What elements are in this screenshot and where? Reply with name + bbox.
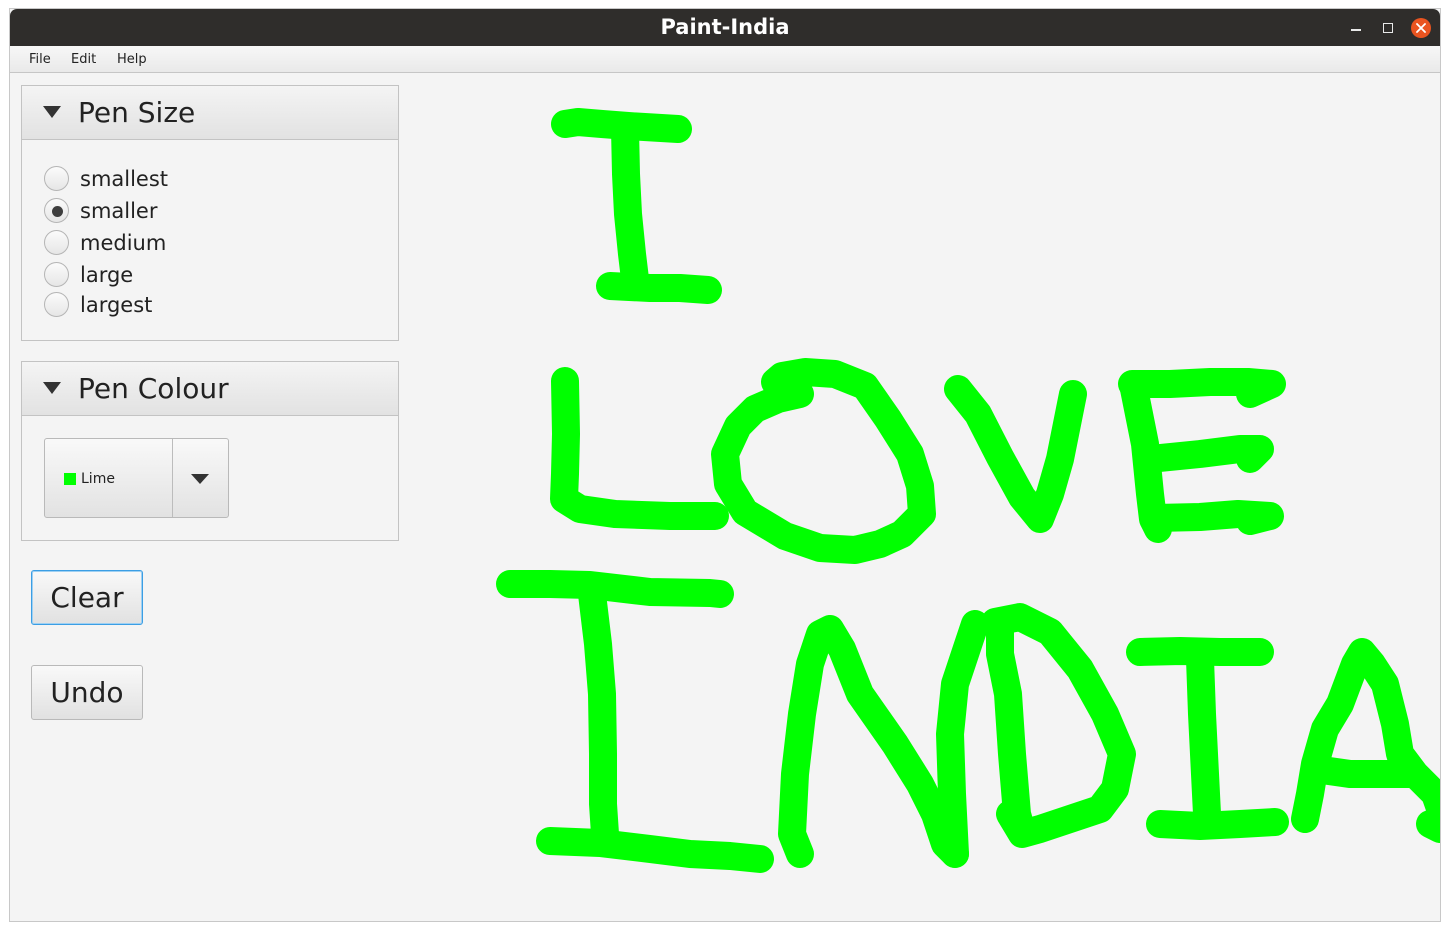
maximize-icon[interactable] — [1376, 16, 1400, 40]
stroke-i-2 — [578, 580, 619, 848]
stroke-i-1 — [596, 272, 722, 304]
stroke-n — [936, 610, 989, 868]
stroke-i-1 — [611, 115, 649, 293]
close-icon[interactable] — [1411, 18, 1431, 38]
menu-file[interactable]: File — [29, 46, 51, 73]
drawing-canvas[interactable] — [410, 74, 1441, 922]
stroke-e — [1141, 500, 1284, 535]
clear-button[interactable]: Clear — [31, 570, 143, 625]
radio-circle — [44, 262, 69, 287]
minimize-icon[interactable] — [1344, 16, 1368, 40]
combo-divider — [172, 439, 173, 517]
radio-circle-selected — [44, 198, 69, 223]
stroke-i-2 — [536, 827, 774, 873]
app-window: Paint-India File Edit Help Pen Size smal… — [9, 8, 1441, 922]
colour-picker[interactable]: Lime — [44, 438, 229, 518]
pen-colour-title: Pen Colour — [78, 372, 229, 405]
stroke-i-2 — [496, 570, 734, 608]
radio-label: medium — [80, 231, 167, 255]
stroke-a — [1416, 810, 1440, 843]
collapse-arrow-icon — [43, 382, 61, 394]
stroke-i-3 — [1146, 808, 1289, 840]
colour-swatch — [64, 473, 76, 485]
stroke-i-3 — [1186, 645, 1221, 828]
menu-edit[interactable]: Edit — [71, 46, 96, 73]
pen-colour-header[interactable]: Pen Colour — [22, 362, 398, 416]
stroke-a — [1301, 755, 1424, 788]
stroke-v — [944, 375, 1087, 533]
radio-dot-icon — [52, 206, 63, 217]
menu-help[interactable]: Help — [117, 46, 147, 73]
colour-label: Lime — [81, 471, 115, 487]
pen-size-header[interactable]: Pen Size — [22, 86, 398, 140]
radio-label: largest — [80, 293, 153, 317]
stroke-a — [1291, 638, 1440, 833]
chevron-down-icon[interactable] — [191, 474, 209, 484]
radio-circle — [44, 166, 69, 191]
pen-size-title: Pen Size — [78, 96, 196, 129]
radio-label: smallest — [80, 167, 169, 191]
title-bar: Paint-India — [10, 9, 1440, 46]
pen-colour-panel: Pen Colour Lime — [21, 361, 399, 541]
pen-size-panel: Pen Size smallest smaller medium large l… — [21, 85, 399, 341]
undo-button[interactable]: Undo — [31, 665, 143, 720]
menu-bar: File Edit Help — [10, 46, 1440, 73]
radio-label: large — [80, 263, 134, 287]
stroke-e — [1118, 368, 1286, 408]
stroke-l — [550, 367, 729, 530]
radio-circle — [44, 230, 69, 255]
window-title: Paint-India — [660, 15, 790, 39]
stroke-n — [778, 615, 969, 868]
radio-label: smaller — [80, 199, 158, 223]
stroke-o — [711, 358, 936, 564]
radio-circle — [44, 292, 69, 317]
stroke-e — [1136, 435, 1274, 473]
collapse-arrow-icon — [43, 106, 61, 118]
